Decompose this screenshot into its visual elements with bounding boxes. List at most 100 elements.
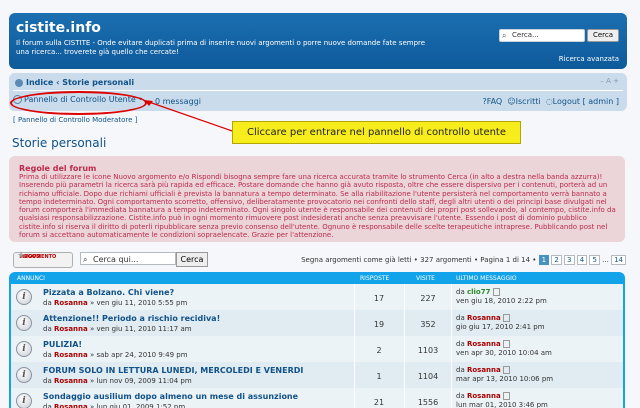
topic-author[interactable]: Rosanna [54, 351, 88, 359]
topic-title[interactable]: PULIZIA! [43, 340, 82, 349]
page-link[interactable]: 1 [538, 255, 550, 265]
last-post-author[interactable]: Rosanna [467, 392, 501, 400]
col-topics: ANNUNCI [17, 275, 45, 282]
column-divider [404, 336, 405, 362]
topic-byline: da Rosanna » ven giu 11, 2010 11:17 am [43, 325, 192, 333]
last-post: da clio77 ven giu 18, 2010 2:22 pm [456, 288, 547, 306]
last-post: da Rosanna ven apr 30, 2010 10:04 am [456, 340, 552, 358]
last-post-author[interactable]: Rosanna [467, 314, 501, 322]
forum-search-button[interactable]: Cerca [176, 252, 208, 267]
column-divider [451, 284, 452, 310]
topic-author[interactable]: Rosanna [54, 403, 88, 408]
site-description: Il forum sulla CISTITE - Onde evitare du… [16, 39, 426, 56]
column-divider [451, 336, 452, 362]
table-row[interactable]: i Sondaggio ausilium dopo almeno un mese … [11, 388, 623, 408]
last-post: da Rosanna lun mar 01, 2010 3:46 pm [456, 392, 548, 408]
view-latest-post-icon[interactable] [502, 314, 510, 322]
view-latest-post-icon[interactable] [502, 366, 510, 374]
column-divider [404, 362, 405, 388]
highlight-oval [10, 91, 147, 115]
topic-date: » sab apr 24, 2010 9:49 pm [89, 351, 188, 359]
view-latest-post-icon[interactable] [502, 392, 510, 400]
site-title[interactable]: cistite.info [16, 20, 101, 36]
members-link[interactable]: Iscritti [516, 97, 541, 106]
topic-date: » ven giu 11, 2010 11:17 am [89, 325, 192, 333]
column-divider [354, 362, 355, 388]
members-icon: ☺ [507, 97, 516, 106]
last-post-date: ven apr 30, 2010 10:04 am [456, 349, 552, 357]
announcement-icon: i [16, 393, 32, 408]
topic-author[interactable]: Rosanna [54, 377, 88, 385]
announcement-icon: i [16, 341, 32, 357]
forum-search-placeholder: Cerca qui... [93, 255, 139, 264]
last-post-author[interactable]: clio77 [467, 288, 491, 296]
by-prefix: da [43, 377, 52, 385]
topic-replies: 1 [376, 372, 382, 381]
forum-search-input[interactable]: ⌕ Cerca qui... [80, 252, 176, 265]
breadcrumb-index[interactable]: Indice [26, 78, 53, 87]
topic-title[interactable]: Sondaggio ausilium dopo almeno un mese d… [43, 392, 298, 401]
last-post-date: ven giu 18, 2010 2:22 pm [456, 297, 547, 305]
topic-author[interactable]: Rosanna [54, 299, 88, 307]
page-title[interactable]: Storie personali [12, 136, 106, 150]
topic-replies: 19 [373, 320, 385, 329]
pagination-text: Segna argomenti come già letti • 327 arg… [301, 256, 537, 264]
topic-title[interactable]: FORUM SOLO IN LETTURA LUNEDI, MERCOLEDI … [43, 366, 303, 375]
column-divider [451, 388, 452, 408]
topic-date: » lun nov 09, 2009 11:04 pm [89, 377, 192, 385]
last-by-prefix: da [456, 392, 465, 400]
rules-title: Regole del forum [19, 164, 97, 173]
topic-byline: da Rosanna » ven giu 11, 2010 5:55 pm [43, 299, 187, 307]
announcement-icon: i [16, 289, 32, 305]
advanced-search-link[interactable]: Ricerca avanzata [559, 55, 619, 63]
by-prefix: da [43, 299, 52, 307]
rules-text: Prima di utilizzare le icone Nuovo argom… [19, 173, 616, 240]
page-link[interactable]: 5 [589, 255, 600, 265]
by-prefix: da [43, 325, 52, 333]
table-header: ANNUNCI RISPOSTE VISITE ULTIMO MESSAGGIO [9, 272, 625, 283]
topic-byline: da Rosanna » sab apr 24, 2010 9:49 pm [43, 351, 188, 359]
view-latest-post-icon[interactable] [502, 340, 510, 348]
home-icon [15, 78, 23, 87]
faq-link[interactable]: FAQ [487, 97, 503, 106]
search-icon: ⌕ [83, 255, 88, 264]
page-link[interactable]: 2 [551, 255, 562, 265]
breadcrumb-separator: ‹ [56, 78, 60, 87]
table-row[interactable]: i PULIZIA! da Rosanna » sab apr 24, 2010 9… [11, 336, 623, 362]
last-post-author[interactable]: Rosanna [467, 340, 501, 348]
navbar-divider [13, 90, 623, 91]
topic-views: 1556 [417, 398, 439, 407]
page-ellipsis: ... [602, 256, 609, 264]
font-size-toggle[interactable]: – A + [600, 77, 619, 85]
table-row[interactable]: i FORUM SOLO IN LETTURA LUNEDI, MERCOLEDI… [11, 362, 623, 388]
column-divider [354, 388, 355, 408]
site-header: cistite.info Il forum sulla CISTITE - On… [9, 13, 627, 69]
new-topic-button[interactable]: NUOVO ARGOMENTO ★ [13, 252, 73, 268]
mcp-link[interactable]: [ Pannello di Controllo Moderatore ] [13, 116, 137, 124]
table-row[interactable]: i Pizzata a Bolzano. Chi viene? da Rosanna… [11, 284, 623, 310]
callout-box: Cliccare per entrare nel pannello di con… [232, 121, 521, 144]
user-links: ?FAQ ☺Iscritti ◌Logout [ admin ] [482, 97, 619, 106]
breadcrumb: Indice ‹ Storie personali [15, 78, 134, 87]
topic-title[interactable]: Attenzione!! Periodo a rischio recidiva! [43, 314, 220, 323]
header-search-button[interactable]: Cerca [587, 29, 619, 42]
breadcrumb-current[interactable]: Storie personali [62, 78, 134, 87]
header-search-input[interactable]: ⌕ Cerca... [499, 29, 585, 42]
column-divider [354, 310, 355, 336]
page-link[interactable]: 3 [564, 255, 575, 265]
last-post-author[interactable]: Rosanna [467, 366, 501, 374]
last-by-prefix: da [456, 288, 465, 296]
page-link[interactable]: 14 [611, 255, 626, 265]
col-replies: RISPOSTE [360, 275, 390, 282]
view-latest-post-icon[interactable] [492, 288, 500, 296]
column-divider [404, 310, 405, 336]
search-icon: ⌕ [502, 31, 507, 40]
logout-link[interactable]: Logout [ admin ] [553, 97, 619, 106]
column-divider [354, 336, 355, 362]
table-row[interactable]: i Attenzione!! Periodo a rischio recidiva… [11, 310, 623, 336]
page-link[interactable]: 4 [576, 255, 588, 265]
topic-replies: 2 [376, 346, 382, 355]
last-by-prefix: da [456, 366, 465, 374]
topic-title[interactable]: Pizzata a Bolzano. Chi viene? [43, 288, 174, 297]
topic-author[interactable]: Rosanna [54, 325, 88, 333]
